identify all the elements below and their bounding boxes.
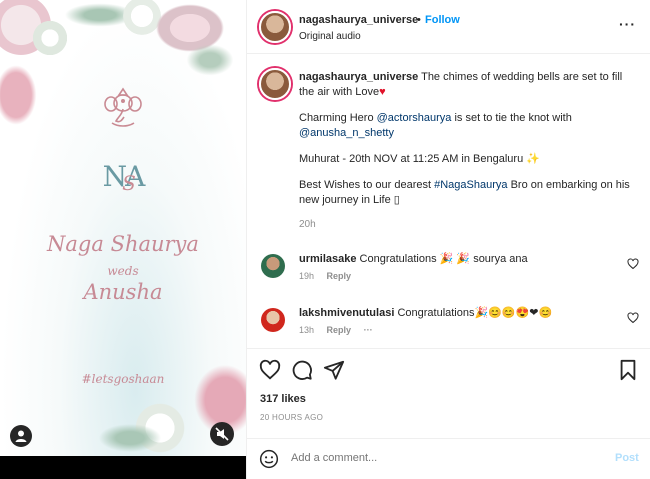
comment-more-button[interactable]: ···: [364, 325, 373, 335]
comment-time: 19h: [299, 271, 315, 281]
weds-text: weds: [107, 264, 139, 278]
caption-author-avatar[interactable]: [259, 68, 291, 100]
reply-button[interactable]: Reply: [327, 325, 352, 335]
heart-icon[interactable]: [259, 359, 281, 381]
author-avatar[interactable]: [259, 11, 291, 43]
reply-button[interactable]: Reply: [327, 271, 352, 281]
caption-text: nagashaurya_universe The chimes of weddi…: [299, 70, 639, 219]
post-media[interactable]: NA S Naga Shaurya weds Anusha #letsgosha…: [0, 0, 246, 456]
comment-time: 13h: [299, 325, 315, 335]
couple-monogram: NA S: [92, 160, 154, 210]
mute-icon: [215, 427, 229, 441]
comment-icon[interactable]: [291, 359, 313, 381]
audio-link[interactable]: Original audio: [299, 31, 361, 42]
mute-button[interactable]: [210, 422, 234, 446]
comment-like-heart-icon[interactable]: [627, 258, 639, 270]
separator-dot: •: [417, 14, 421, 26]
caption-time: 20h: [299, 219, 316, 230]
bride-name: Anusha: [83, 280, 163, 304]
user-tag-icon: [15, 430, 27, 442]
follow-button[interactable]: Follow: [425, 14, 460, 26]
flower-decoration: [0, 60, 40, 130]
like-count[interactable]: 317 likes: [260, 393, 306, 405]
caption-username[interactable]: nagashaurya_universe: [299, 71, 418, 83]
leaf-decoration: [180, 40, 240, 80]
post-details-panel: nagashaurya_universe • Follow Original a…: [246, 0, 650, 479]
muhurat-text: Muhurat - 20th NOV at 11:25 AM in Bengal…: [299, 153, 524, 165]
comment-meta: 13h Reply ···: [299, 325, 383, 335]
groom-name: Naga Shaurya: [47, 232, 199, 256]
author-username[interactable]: nagashaurya_universe: [299, 14, 418, 26]
post-comment-button[interactable]: Post: [615, 452, 639, 464]
wedding-invite-image: NA S Naga Shaurya weds Anusha #letsgosha…: [0, 0, 246, 456]
invite-hashtag: #letsgoshaan: [81, 372, 165, 386]
emoji-picker-icon[interactable]: [259, 449, 279, 469]
comment-body-tail: sourya ana: [473, 253, 528, 265]
comment-item: urmilasake Congratulations 🎉 🎉 sourya an…: [247, 252, 650, 292]
post-header: nagashaurya_universe • Follow Original a…: [247, 0, 650, 54]
mention-link[interactable]: @actorshaurya: [377, 112, 452, 124]
hashtag-link[interactable]: #NagaShaurya: [434, 179, 507, 191]
commenter-avatar[interactable]: [261, 308, 285, 332]
sparkle-emoji: ✨: [526, 153, 540, 165]
comment-text: lakshmivenutulasi Congratulations🎉😊😊😍❤😊: [299, 306, 552, 319]
comment-item: lakshmivenutulasi Congratulations🎉😊😊😍❤😊 …: [247, 306, 650, 346]
commenter-username[interactable]: lakshmivenutulasi: [299, 307, 394, 319]
comment-input[interactable]: [291, 452, 591, 464]
caption-text-part: Best Wishes to our dearest: [299, 179, 435, 191]
commenter-avatar[interactable]: [261, 254, 285, 278]
comment-body: Congratulations: [397, 307, 475, 319]
post-timestamp: 20 HOURS AGO: [260, 413, 324, 422]
comment-emoji: 🎉 🎉: [439, 253, 471, 265]
share-icon[interactable]: [323, 359, 345, 381]
comment-emoji: 🎉😊😊😍❤😊: [474, 307, 553, 319]
leaf-decoration: [90, 420, 170, 456]
more-options-button[interactable]: ···: [619, 16, 636, 32]
add-comment-bar: Post: [247, 438, 650, 479]
ganesha-emblem: [104, 87, 142, 127]
comment-body: Congratulations: [359, 253, 437, 265]
comment-like-heart-icon[interactable]: [627, 312, 639, 324]
commenter-username[interactable]: urmilasake: [299, 253, 356, 265]
bookmark-icon[interactable]: [617, 359, 639, 381]
unrendered-emoji-box: ▯: [393, 194, 400, 206]
comment-meta: 19h Reply: [299, 271, 361, 281]
caption-text-part: Charming Hero: [299, 112, 377, 124]
tagged-users-button[interactable]: [10, 425, 32, 447]
heart-emoji: ♥: [379, 86, 386, 98]
media-bottom-strip: [0, 456, 246, 479]
mention-link[interactable]: @anusha_n_shetty: [299, 127, 394, 139]
caption-text-part: is set to tie the knot with: [451, 112, 572, 124]
comment-text: urmilasake Congratulations 🎉 🎉 sourya an…: [299, 252, 528, 265]
